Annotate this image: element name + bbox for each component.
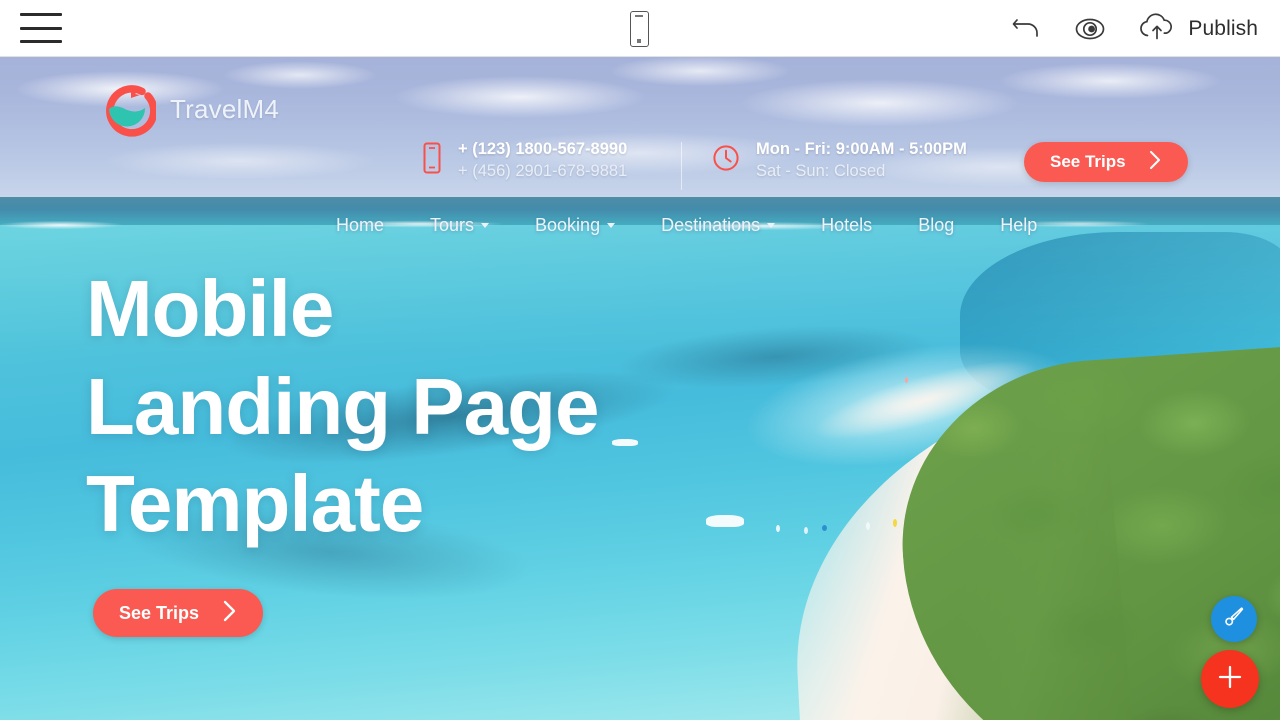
- chevron-right-icon: [221, 598, 237, 629]
- header-see-trips-button[interactable]: See Trips: [1024, 142, 1188, 182]
- nav-label: Hotels: [821, 215, 873, 235]
- undo-arrow-icon[interactable]: [1010, 15, 1044, 43]
- nav-item-home[interactable]: Home: [313, 215, 407, 236]
- editor-actions: Publish: [1010, 0, 1258, 57]
- editor-toolbar: Publish: [0, 0, 1280, 57]
- phone-info: + (123) 1800-567-8990 + (456) 2901-678-9…: [422, 139, 627, 183]
- hero-cta-label: See Trips: [119, 602, 200, 623]
- nav-item-destinations[interactable]: Destinations: [638, 215, 798, 236]
- hours-info: Mon - Fri: 9:00AM - 5:00PM Sat - Sun: Cl…: [712, 139, 967, 183]
- hamburger-line: [20, 40, 62, 43]
- mobile-phone-icon: [422, 142, 442, 179]
- brand-name: TravelM4: [170, 93, 279, 124]
- nav-item-blog[interactable]: Blog: [895, 215, 977, 236]
- eye-preview-icon[interactable]: [1070, 14, 1110, 44]
- nav-label: Home: [336, 215, 385, 235]
- nav-item-tours[interactable]: Tours: [407, 215, 512, 236]
- hamburger-menu-icon[interactable]: [20, 13, 62, 43]
- clock-icon: [712, 144, 740, 177]
- hero-heading-line3: Template: [86, 459, 424, 549]
- mobile-device-icon[interactable]: [624, 9, 654, 49]
- add-block-fab[interactable]: [1201, 650, 1259, 708]
- site-nav: Home Tours Booking Destinations Hotels B…: [0, 215, 1280, 236]
- nav-label: Help: [1000, 215, 1038, 235]
- hamburger-line: [20, 13, 62, 16]
- phone-numbers: + (123) 1800-567-8990 + (456) 2901-678-9…: [458, 139, 627, 183]
- hero-see-trips-button[interactable]: See Trips: [93, 589, 264, 637]
- site-header: TravelM4 + (123) 1800-567-8990 + (456) 2…: [0, 57, 1280, 190]
- hero-section: TravelM4 + (123) 1800-567-8990 + (456) 2…: [0, 57, 1280, 720]
- nav-label: Destinations: [661, 215, 761, 235]
- hamburger-line: [20, 26, 62, 30]
- phone-outline: [629, 11, 649, 47]
- paintbrush-icon: [1221, 604, 1247, 635]
- chevron-down-icon: [767, 223, 776, 228]
- travel-bird-logo-icon: [98, 80, 158, 138]
- style-paintbrush-fab[interactable]: [1211, 596, 1257, 642]
- cloud-upload-icon: [1136, 11, 1178, 47]
- publish-button[interactable]: Publish: [1136, 11, 1258, 47]
- publish-label: Publish: [1188, 16, 1258, 40]
- nav-item-help[interactable]: Help: [977, 215, 1060, 236]
- nav-label: Blog: [918, 215, 955, 235]
- chevron-down-icon: [607, 223, 616, 228]
- chevron-down-icon: [481, 223, 490, 228]
- hours-text: Mon - Fri: 9:00AM - 5:00PM Sat - Sun: Cl…: [756, 139, 967, 183]
- hours-primary: Mon - Fri: 9:00AM - 5:00PM: [756, 140, 967, 158]
- hours-secondary: Sat - Sun: Closed: [756, 161, 886, 180]
- nav-item-booking[interactable]: Booking: [512, 215, 638, 236]
- nav-label: Booking: [535, 215, 601, 235]
- header-cta-label: See Trips: [1050, 152, 1126, 171]
- nav-label: Tours: [430, 215, 475, 235]
- hero-heading: Mobile Landing Page Template: [86, 260, 599, 553]
- hero-heading-line1: Mobile: [86, 264, 334, 353]
- hero-heading-line2: Landing Page: [86, 361, 599, 451]
- nav-item-hotels[interactable]: Hotels: [798, 215, 895, 236]
- phone-primary: + (123) 1800-567-8990: [458, 140, 628, 158]
- chevron-right-icon: [1148, 149, 1162, 176]
- brand[interactable]: TravelM4: [98, 80, 279, 138]
- header-divider: [681, 142, 682, 190]
- plus-icon: [1215, 662, 1245, 697]
- phone-secondary: + (456) 2901-678-9881: [458, 161, 628, 180]
